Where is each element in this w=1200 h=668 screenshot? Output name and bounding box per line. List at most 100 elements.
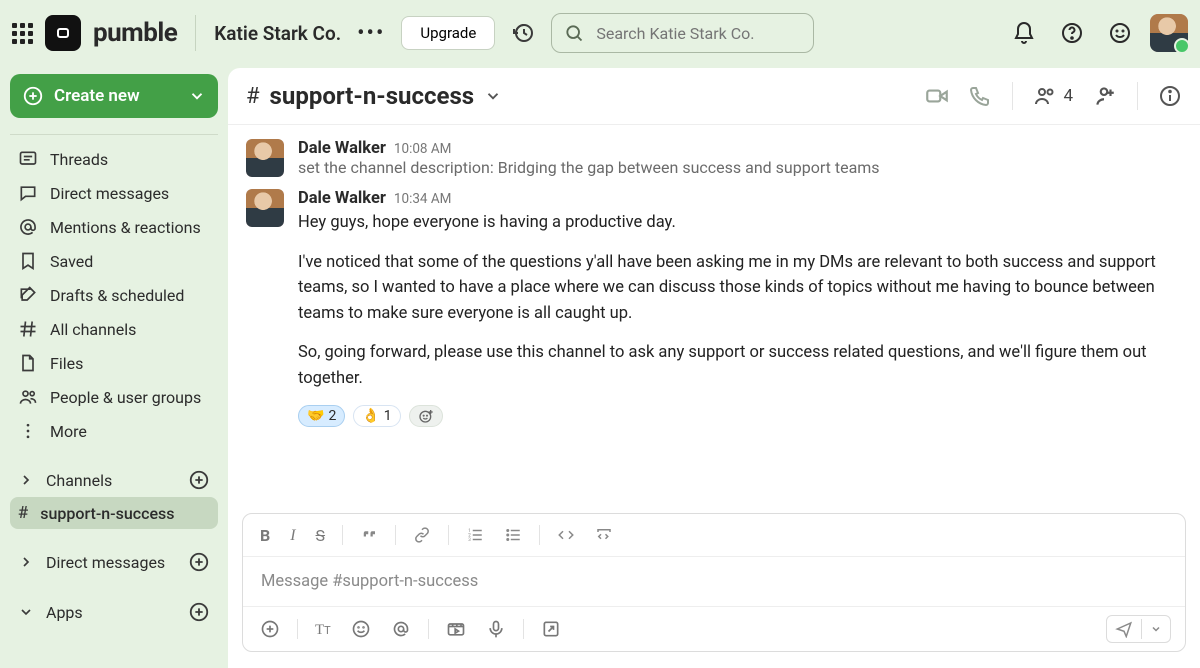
- italic-icon[interactable]: I: [287, 522, 298, 548]
- add-app-icon[interactable]: [188, 601, 210, 623]
- emoji-status-icon[interactable]: [1102, 15, 1138, 51]
- author-avatar[interactable]: [246, 139, 284, 177]
- channel-info-icon[interactable]: [1158, 84, 1182, 108]
- workspace-name[interactable]: Katie Stark Co.: [214, 22, 341, 45]
- strike-icon[interactable]: S: [313, 523, 329, 548]
- message-composer: B I S 123 TT: [242, 513, 1186, 652]
- channel-title-button[interactable]: # support-n-success: [246, 82, 502, 110]
- reaction-pill[interactable]: 👌 1: [353, 405, 400, 427]
- more-vertical-icon: [18, 421, 38, 441]
- bold-icon[interactable]: B: [257, 523, 273, 548]
- people-icon: [1033, 84, 1057, 108]
- create-new-button[interactable]: Create new: [10, 74, 218, 118]
- mention-icon[interactable]: [388, 616, 414, 642]
- author-name[interactable]: Dale Walker: [298, 139, 386, 158]
- message-row: Dale Walker 10:08 AM set the channel des…: [228, 133, 1200, 183]
- format-toolbar: B I S 123: [243, 514, 1185, 557]
- brand-logo-icon: [45, 15, 81, 51]
- emoji-icon[interactable]: [348, 616, 374, 642]
- chevron-down-icon: [188, 87, 206, 105]
- message-input[interactable]: [259, 571, 1169, 592]
- bookmark-icon: [18, 251, 38, 271]
- plus-circle-icon: [22, 85, 44, 107]
- mic-icon[interactable]: [483, 616, 509, 642]
- reaction-pill[interactable]: 🤝 2: [298, 405, 345, 427]
- quote-icon[interactable]: [357, 523, 381, 547]
- reaction-emoji: 👌: [362, 408, 379, 424]
- app-launcher-icon[interactable]: [12, 23, 33, 44]
- system-message-text: set the channel description: Bridging th…: [298, 158, 1182, 177]
- sidebar-section-apps[interactable]: Apps: [10, 595, 218, 629]
- send-button-group: [1106, 615, 1171, 643]
- author-avatar[interactable]: [246, 189, 284, 227]
- sidebar-channel-support-n-success[interactable]: # support-n-success: [10, 497, 218, 529]
- sidebar-section-channels[interactable]: Channels: [10, 463, 218, 497]
- audio-call-icon[interactable]: [968, 84, 992, 108]
- people-icon: [18, 387, 38, 407]
- sidebar-item-direct-messages[interactable]: Direct messages: [10, 177, 218, 209]
- message-time: 10:34 AM: [394, 191, 452, 207]
- divider: [10, 134, 218, 135]
- at-icon: [18, 217, 38, 237]
- send-button[interactable]: [1107, 616, 1141, 642]
- search-input[interactable]: [594, 23, 801, 44]
- message-list: Dale Walker 10:08 AM set the channel des…: [228, 125, 1200, 505]
- add-dm-icon[interactable]: [188, 551, 210, 573]
- channel-name: support-n-success: [270, 82, 475, 110]
- shortcut-icon[interactable]: [538, 616, 564, 642]
- file-icon: [18, 353, 38, 373]
- code-icon[interactable]: [554, 523, 578, 547]
- sidebar-item-mentions[interactable]: Mentions & reactions: [10, 211, 218, 243]
- add-member-icon[interactable]: [1091, 83, 1117, 109]
- sidebar-item-all-channels[interactable]: All channels: [10, 313, 218, 345]
- brand-name: pumble: [93, 18, 177, 48]
- send-options-button[interactable]: [1141, 619, 1170, 639]
- text-format-icon[interactable]: TT: [312, 616, 334, 642]
- message-text: Hey guys, hope everyone is having a prod…: [298, 210, 1182, 391]
- sidebar-item-saved[interactable]: Saved: [10, 245, 218, 277]
- plus-icon[interactable]: [257, 616, 283, 642]
- sidebar-item-drafts[interactable]: Drafts & scheduled: [10, 279, 218, 311]
- chevron-down-icon: [18, 604, 34, 620]
- help-icon[interactable]: [1054, 15, 1090, 51]
- author-name[interactable]: Dale Walker: [298, 189, 386, 208]
- notifications-icon[interactable]: [1006, 15, 1042, 51]
- add-channel-icon[interactable]: [188, 469, 210, 491]
- create-new-label: Create new: [54, 86, 178, 106]
- sidebar-item-more[interactable]: More: [10, 415, 218, 447]
- channel-header: # support-n-success 4: [228, 68, 1200, 125]
- add-emoji-icon: [418, 408, 434, 424]
- video-clip-icon[interactable]: [443, 616, 469, 642]
- chevron-right-icon: [18, 472, 34, 488]
- sidebar: Create new Threads Direct messages Menti…: [0, 66, 228, 668]
- upgrade-button[interactable]: Upgrade: [401, 16, 495, 50]
- bullet-list-icon[interactable]: [501, 523, 525, 547]
- add-reaction-button[interactable]: [409, 405, 443, 427]
- search-input-wrapper[interactable]: [551, 13, 814, 53]
- sidebar-item-threads[interactable]: Threads: [10, 143, 218, 175]
- link-icon[interactable]: [410, 523, 434, 547]
- sidebar-item-people[interactable]: People & user groups: [10, 381, 218, 413]
- dm-icon: [18, 183, 38, 203]
- sidebar-section-dms[interactable]: Direct messages: [10, 545, 218, 579]
- user-avatar[interactable]: [1150, 14, 1188, 52]
- ordered-list-icon[interactable]: 123: [463, 523, 487, 547]
- workspace-menu-icon[interactable]: •••: [353, 21, 389, 46]
- hash-icon: #: [18, 503, 28, 523]
- reaction-bar: 🤝 2 👌 1: [298, 405, 1182, 427]
- history-icon[interactable]: [507, 17, 539, 49]
- drafts-icon: [18, 285, 38, 305]
- attach-toolbar: TT: [243, 606, 1185, 651]
- channel-members-button[interactable]: 4: [1033, 84, 1073, 108]
- member-count: 4: [1063, 86, 1073, 106]
- reaction-count: 2: [328, 408, 336, 424]
- codeblock-icon[interactable]: [592, 523, 616, 547]
- message-row: Dale Walker 10:34 AM Hey guys, hope ever…: [228, 183, 1200, 433]
- divider: [195, 15, 196, 51]
- video-call-icon[interactable]: [924, 83, 950, 109]
- message-time: 10:08 AM: [394, 141, 452, 157]
- chevron-down-icon: [484, 87, 502, 105]
- sidebar-item-files[interactable]: Files: [10, 347, 218, 379]
- search-icon: [564, 23, 584, 43]
- hash-grid-icon: [18, 319, 38, 339]
